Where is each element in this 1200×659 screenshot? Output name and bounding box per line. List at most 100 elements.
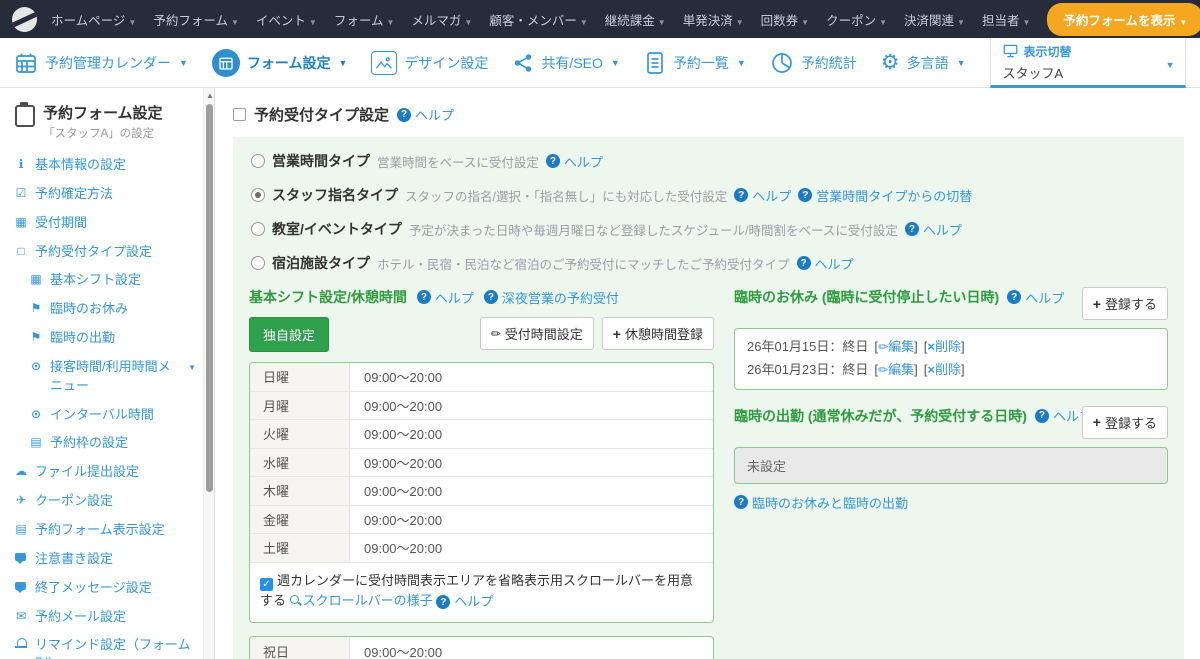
- sidebar-scrollbar[interactable]: ▲: [203, 88, 214, 659]
- radio-business-hours[interactable]: [251, 154, 265, 168]
- temp-holiday-workday-link[interactable]: 臨時のお休みと臨時の出勤: [734, 493, 908, 512]
- scroll-up-arrow-icon[interactable]: ▲: [206, 91, 214, 100]
- comment-icon: [14, 550, 28, 563]
- sidebar-item-temp-holiday[interactable]: 臨時のお休み: [29, 295, 196, 324]
- table-row: 祝日09:00〜20:00: [250, 637, 713, 659]
- clipboard-icon: [14, 102, 34, 124]
- sidebar-item-confirm-method[interactable]: 予約確定方法: [14, 180, 196, 209]
- sidebar-item-interval-time[interactable]: インターバル時間: [29, 401, 196, 430]
- chevron-down-icon: ▼: [1166, 60, 1175, 70]
- sidebar-item-reservation-mail[interactable]: 予約メール設定: [14, 603, 196, 632]
- toolbar-share-seo[interactable]: 共有/SEO▼: [512, 52, 619, 74]
- register-workday-button[interactable]: +登録する: [1082, 406, 1168, 439]
- toolbar-multilanguage[interactable]: ⚙ 多言語▼: [881, 52, 966, 73]
- sidebar-item-basic-shift[interactable]: 基本シフト設定: [29, 266, 196, 295]
- sidebar-item-end-message[interactable]: 終了メッセージ設定: [14, 574, 196, 603]
- plus-icon: +: [1093, 297, 1101, 311]
- edit-link[interactable]: ✏編集: [878, 339, 914, 354]
- reception-time-settings-button[interactable]: ✏受付時間設定: [480, 317, 594, 350]
- sidebar-item-temp-workday[interactable]: 臨時の出勤: [29, 324, 196, 353]
- sidebar-item-coupon[interactable]: クーポン設定: [14, 487, 196, 516]
- toolbar-design-settings[interactable]: デザイン設定: [371, 51, 488, 75]
- chevron-down-icon: ▼: [1022, 18, 1030, 27]
- gear-icon: ⚙: [881, 52, 900, 73]
- sidebar-item-slot-settings[interactable]: 予約枠の設定: [29, 429, 196, 458]
- temporary-settings-column: 臨時のお休み (臨時に受付停止したい日時) ヘルプ +登録する 26年01月15…: [734, 287, 1168, 659]
- chevron-down-icon: ▼: [179, 58, 188, 68]
- sidebar-item-form-display[interactable]: 予約フォーム表示設定: [14, 516, 196, 545]
- chevron-down-icon: ▼: [658, 18, 666, 27]
- sidebar-item-reception-type[interactable]: 予約受付タイプ設定: [14, 238, 196, 267]
- nav-customers[interactable]: 顧客・メンバー▼: [489, 10, 587, 29]
- help-link[interactable]: ヘルプ: [797, 254, 854, 273]
- sidebar-item-reminder[interactable]: リマインド設定（フォーム別）: [14, 631, 196, 659]
- edit-link[interactable]: ✏編集: [878, 362, 914, 377]
- scrollbar-option-note: 週カレンダーに受付時間表示エリアを省略表示用スクロールバーを用意する スクロール…: [250, 563, 713, 623]
- x-icon: ×: [927, 339, 935, 354]
- brand-logo-icon[interactable]: [12, 7, 37, 32]
- nav-staff[interactable]: 担当者▼: [982, 10, 1030, 29]
- cloud-upload-icon: [14, 463, 28, 480]
- nav-payment[interactable]: 決済関連▼: [904, 10, 965, 29]
- nav-coupon[interactable]: クーポン▼: [826, 10, 887, 29]
- document-list-icon: [644, 51, 666, 75]
- radio-class-event[interactable]: [251, 222, 265, 236]
- scrollbar-thumb[interactable]: [206, 104, 213, 492]
- radio-staff-nomination[interactable]: [251, 188, 265, 202]
- chevron-down-icon: ▼: [580, 18, 588, 27]
- nav-form[interactable]: フォーム▼: [334, 10, 395, 29]
- delete-link[interactable]: ×削除: [927, 362, 961, 377]
- monitor-icon: [1003, 44, 1018, 58]
- plus-icon: +: [1093, 415, 1101, 429]
- nav-subscription[interactable]: 継続課金▼: [605, 10, 666, 29]
- late-night-reception-link[interactable]: 深夜営業の予約受付: [484, 288, 619, 307]
- help-circle-icon: [417, 290, 431, 304]
- page-help-link[interactable]: ヘルプ: [397, 105, 454, 124]
- help-link[interactable]: ヘルプ: [905, 220, 962, 239]
- custom-settings-button[interactable]: 独自設定: [249, 317, 329, 352]
- toolbar-reservation-list[interactable]: 予約一覧▼: [644, 51, 746, 75]
- sidebar-item-basic-info[interactable]: 基本情報の設定: [14, 151, 196, 180]
- chevron-down-icon: ▼: [464, 18, 472, 27]
- nav-homepage[interactable]: ホームページ▼: [51, 10, 136, 29]
- display-switch-select[interactable]: 表示切替 スタッフA ▼: [990, 38, 1186, 88]
- nav-ticket[interactable]: 回数券▼: [761, 10, 809, 29]
- sidebar-item-notes[interactable]: 注意書き設定: [14, 545, 196, 574]
- app-window: ホームページ▼ 予約フォーム▼ イベント▼ フォーム▼ メルマガ▼ 顧客・メンバ…: [0, 0, 1200, 659]
- help-circle-icon: [905, 222, 919, 236]
- settings-sidebar: 予約フォーム設定 「スタッフA」の設定 基本情報の設定 予約確定方法 受付期間 …: [0, 88, 215, 659]
- scrollbar-preview-link[interactable]: スクロールバーの様子: [290, 593, 433, 608]
- main-content: 予約受付タイプ設定 ヘルプ 営業時間タイプ 営業時間をベースに受付設定 ヘルプ …: [215, 88, 1200, 659]
- nav-reservation-form[interactable]: 予約フォーム▼: [153, 10, 239, 29]
- scrollbar-option-checkbox[interactable]: [260, 578, 273, 591]
- help-link[interactable]: ヘルプ: [546, 152, 603, 171]
- help-link[interactable]: ヘルプ: [417, 288, 474, 307]
- toolbar-reservation-stats[interactable]: 予約統計: [770, 51, 857, 75]
- help-link[interactable]: ヘルプ: [734, 186, 791, 205]
- switch-from-business-hours-link[interactable]: 営業時間タイプからの切替: [798, 186, 972, 205]
- register-holiday-button[interactable]: +登録する: [1082, 287, 1168, 320]
- clock-icon: [29, 406, 43, 423]
- list-item: 26年01月23日：終日✏編集×削除: [747, 359, 1155, 382]
- show-reservation-form-button[interactable]: 予約フォームを表示▼: [1047, 3, 1200, 36]
- help-circle-icon: [798, 188, 812, 202]
- toolbar-form-settings[interactable]: フォーム設定▼: [212, 49, 348, 77]
- help-link[interactable]: ヘルプ: [436, 592, 493, 612]
- nav-one-time-payment[interactable]: 単発決済▼: [683, 10, 744, 29]
- toolbar-reservation-calendar[interactable]: 予約管理カレンダー▼: [14, 51, 188, 75]
- table-row: 火曜09:00〜20:00: [250, 420, 713, 449]
- sidebar-item-reception-period[interactable]: 受付期間: [14, 209, 196, 238]
- chevron-down-icon: ▼: [1180, 18, 1188, 27]
- sidebar-item-service-time-menu[interactable]: 接客時間/利用時間メニュー▼: [29, 353, 196, 401]
- delete-link[interactable]: ×削除: [927, 339, 961, 354]
- nav-newsletter[interactable]: メルマガ▼: [411, 10, 472, 29]
- help-link[interactable]: ヘルプ: [1007, 288, 1064, 307]
- radio-lodging[interactable]: [251, 256, 265, 270]
- temp-workday-empty: 未設定: [734, 447, 1168, 484]
- calendar-icon: [29, 271, 43, 288]
- shift-settings-column: 基本シフト設定/休憩時間 ヘルプ 深夜営業の予約受付 独自設定 ✏受付時間設定 …: [249, 287, 714, 659]
- break-time-register-button[interactable]: +休憩時間登録: [602, 317, 714, 350]
- table-row: 土曜09:00〜20:00: [250, 534, 713, 563]
- sidebar-item-file-submission[interactable]: ファイル提出設定: [14, 458, 196, 487]
- nav-event[interactable]: イベント▼: [256, 10, 317, 29]
